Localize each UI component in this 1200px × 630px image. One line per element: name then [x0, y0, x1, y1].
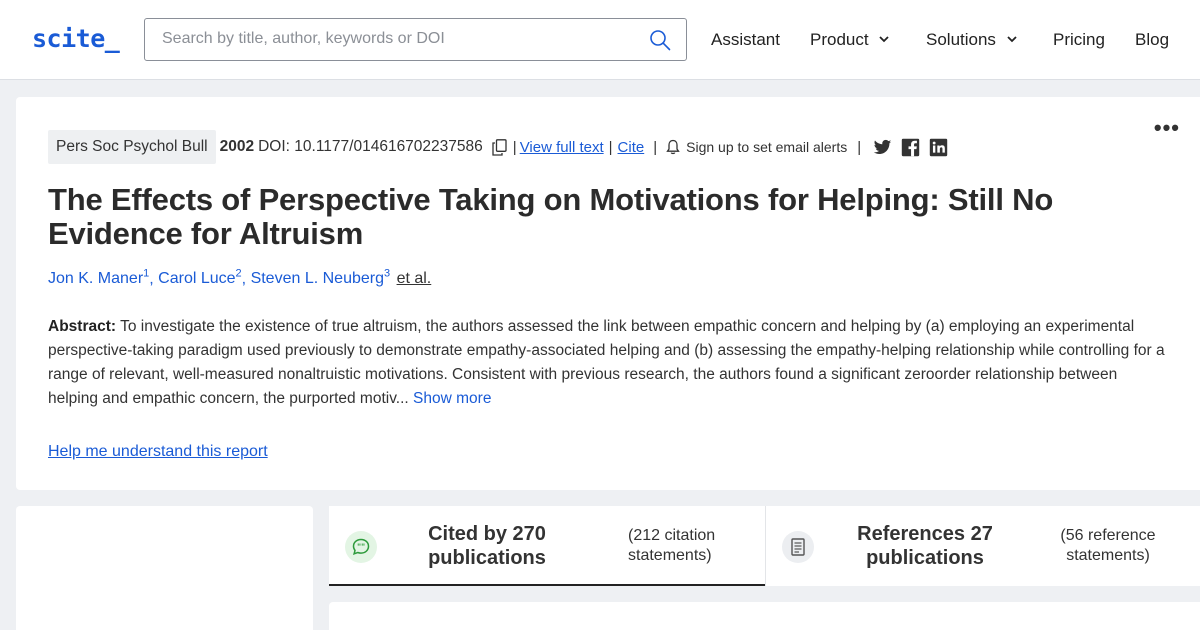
nav-product-label: Product	[810, 30, 869, 49]
nav-blog[interactable]: Blog	[1135, 30, 1169, 50]
journal-badge[interactable]: Pers Soc Psychol Bull	[48, 130, 216, 164]
svg-text:": "	[361, 543, 365, 552]
view-full-text-link[interactable]: View full text	[520, 139, 604, 156]
author-list: Jon K. Maner1, Carol Luce2, Steven L. Ne…	[48, 268, 432, 288]
paper-meta-row: Pers Soc Psychol Bull 2002 DOI: 10.1177/…	[48, 130, 948, 164]
nav-solutions[interactable]: Solutions	[926, 30, 1017, 50]
doi-text: DOI: 10.1177/014616702237586	[258, 138, 483, 155]
top-header: scite_ Assistant Product Solutions Prici…	[0, 0, 1200, 80]
show-more-link[interactable]: Show more	[413, 390, 491, 407]
nav-solutions-label: Solutions	[926, 30, 996, 49]
search-icon[interactable]	[649, 29, 671, 51]
help-understand-link[interactable]: Help me understand this report	[48, 443, 268, 461]
scite-logo[interactable]: scite_	[32, 24, 120, 53]
separator: |	[653, 138, 658, 156]
chevron-down-icon	[879, 36, 889, 43]
citations-content-panel	[329, 602, 1200, 630]
citation-bubble-icon: " "	[345, 531, 377, 563]
email-alerts-link[interactable]: Sign up to set email alerts	[686, 139, 847, 155]
search-box[interactable]	[144, 18, 687, 61]
chevron-down-icon	[1007, 36, 1017, 43]
author-link[interactable]: Carol Luce2	[158, 268, 242, 287]
facebook-icon[interactable]	[901, 138, 920, 157]
separator: |	[857, 138, 862, 156]
sidebar-panel	[16, 506, 313, 630]
author-link[interactable]: Jon K. Maner1	[48, 268, 149, 287]
tab-cited-by[interactable]: " " Cited by 270 publications (212 citat…	[329, 506, 765, 586]
separator: |	[608, 138, 613, 156]
citation-statements-count: (212 citation statements)	[628, 527, 716, 564]
separator: |	[512, 138, 517, 156]
nav-product[interactable]: Product	[810, 30, 889, 50]
twitter-icon[interactable]	[873, 138, 892, 157]
bell-icon[interactable]	[666, 139, 680, 155]
linkedin-icon[interactable]	[929, 138, 948, 157]
search-input[interactable]	[162, 30, 632, 48]
more-options-icon[interactable]: •••	[1154, 117, 1180, 139]
et-al-link[interactable]: et al.	[397, 270, 432, 287]
copy-icon[interactable]	[492, 138, 507, 156]
reference-statements-count: (56 reference statements)	[1060, 527, 1156, 564]
tab-references[interactable]: References 27 publications (56 reference…	[766, 506, 1200, 586]
abstract-label: Abstract:	[48, 318, 117, 335]
cite-link[interactable]: Cite	[618, 139, 645, 156]
cited-by-count: Cited by 270 publications	[428, 523, 546, 569]
abstract: Abstract: To investigate the existence o…	[48, 315, 1168, 411]
nav-pricing[interactable]: Pricing	[1053, 30, 1105, 50]
paper-card: Pers Soc Psychol Bull 2002 DOI: 10.1177/…	[16, 97, 1200, 490]
author-link[interactable]: Steven L. Neuberg3	[251, 268, 391, 287]
nav-assistant[interactable]: Assistant	[711, 30, 780, 50]
paper-title: The Effects of Perspective Taking on Mot…	[48, 182, 1054, 251]
references-count: References 27 publications	[857, 523, 993, 569]
document-icon	[782, 531, 814, 563]
citation-tabs: " " Cited by 270 publications (212 citat…	[329, 506, 1200, 586]
publication-year: 2002	[219, 138, 255, 155]
abstract-text: To investigate the existence of true alt…	[48, 318, 1165, 407]
